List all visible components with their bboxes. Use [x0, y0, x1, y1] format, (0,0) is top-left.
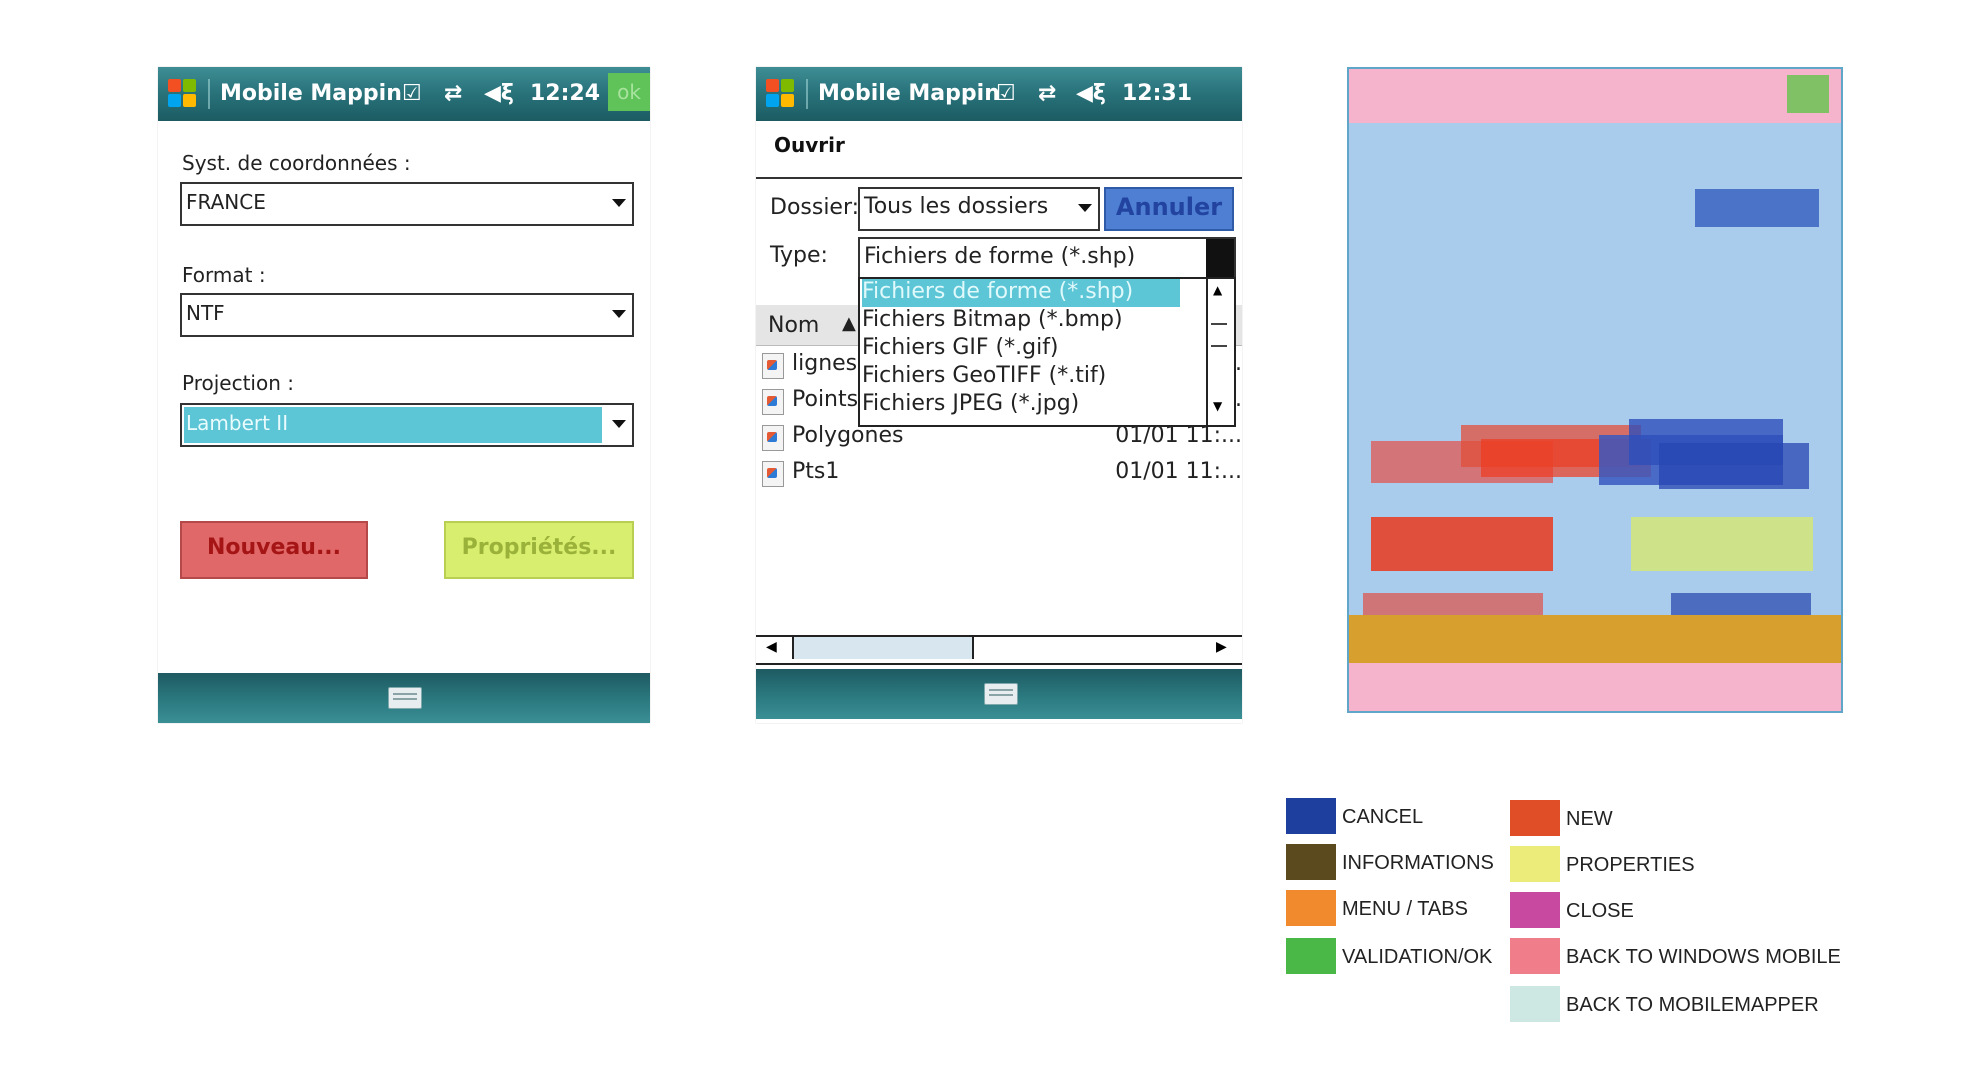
bottom-menu-bar [158, 673, 650, 723]
divider [756, 177, 1242, 179]
app-title: Mobile Mappin [220, 81, 402, 106]
legend-swatch [1510, 938, 1560, 974]
legend-label: CLOSE [1566, 900, 1634, 922]
legend-swatch [1510, 800, 1560, 836]
chevron-down-icon[interactable] [604, 405, 632, 445]
heat-zone-top-bar [1349, 69, 1841, 123]
legend-label: VALIDATION/OK [1342, 946, 1493, 968]
chevron-down-icon[interactable] [1070, 189, 1098, 229]
windows-start-icon[interactable] [168, 79, 198, 109]
scroll-thumb[interactable] [792, 637, 974, 659]
legend-swatch [1510, 892, 1560, 928]
dialog-title: Ouvrir [774, 133, 845, 157]
dropdown-option[interactable]: Fichiers GeoTIFF (*.tif) [862, 363, 1106, 388]
file-name: Points [792, 387, 859, 412]
volume-icon: ◀ξ [1076, 81, 1106, 106]
projection-select[interactable]: Lambert II [180, 403, 634, 447]
scroll-thumb[interactable] [1211, 323, 1227, 347]
title-bar: Mobile Mappin ☑ ⇄ ◀ξ 12:31 [756, 67, 1242, 121]
type-dropdown-list[interactable]: Fichiers de forme (*.shp) Fichiers Bitma… [858, 277, 1236, 427]
folder-label: Dossier: [770, 195, 860, 220]
scroll-down-icon[interactable]: ▼ [1213, 399, 1222, 413]
column-name-header[interactable]: Nom [768, 313, 819, 338]
scroll-right-icon[interactable]: ▶ [1216, 639, 1227, 655]
edit-check-icon: ☑ [402, 81, 422, 106]
phone-screen-settings: Mobile Mappin ☑ ⇄ ◀ξ 12:24 ok Syst. de c… [158, 67, 650, 723]
volume-icon: ◀ξ [484, 81, 514, 106]
touch-heatmap [1347, 67, 1843, 713]
format-select[interactable]: NTF [180, 293, 634, 337]
dropdown-option[interactable]: Fichiers JPEG (*.jpg) [862, 391, 1079, 416]
chevron-down-icon[interactable] [1206, 239, 1234, 279]
phone-screen-open-dialog: Mobile Mappin ☑ ⇄ ◀ξ 12:31 Ouvrir Dossie… [756, 67, 1242, 723]
heat-zone-menu [1349, 615, 1841, 663]
coord-system-select[interactable]: FRANCE [180, 182, 634, 226]
clock-time: 12:31 [1122, 81, 1193, 106]
ok-button[interactable]: ok [608, 73, 650, 111]
dropdown-option[interactable]: Fichiers de forme (*.shp) [862, 279, 1180, 307]
cancel-button[interactable]: Annuler [1104, 187, 1234, 231]
connectivity-icon: ⇄ [1038, 81, 1057, 106]
legend-swatch [1286, 844, 1336, 880]
coord-system-value: FRANCE [186, 190, 266, 214]
folder-value: Tous les dossiers [864, 194, 1049, 219]
shapefile-icon [762, 353, 784, 379]
bottom-menu-bar [756, 669, 1242, 719]
scroll-left-icon[interactable]: ◀ [766, 639, 777, 655]
file-name: Pts1 [792, 459, 840, 484]
horizontal-scrollbar[interactable]: ◀ ▶ [756, 635, 1242, 665]
edit-check-icon: ☑ [996, 81, 1016, 106]
shapefile-icon [762, 425, 784, 451]
heat-zone-ok [1787, 75, 1829, 113]
heat-zone-cancel [1695, 189, 1819, 227]
keyboard-icon[interactable] [388, 687, 422, 709]
scroll-up-icon[interactable]: ▲ [1213, 283, 1222, 297]
file-date: 01/01 11:... [1115, 459, 1242, 484]
legend-swatch [1286, 938, 1336, 974]
format-value: NTF [186, 301, 225, 325]
legend-label: PROPERTIES [1566, 854, 1695, 876]
legend-label: CANCEL [1342, 806, 1424, 828]
dropdown-option[interactable]: Fichiers GIF (*.gif) [862, 335, 1059, 360]
heat-zone-properties [1631, 517, 1813, 571]
new-button[interactable]: Nouveau... [180, 521, 368, 579]
legend-swatch [1510, 986, 1560, 1022]
heat-zone-bottom-bar [1349, 663, 1841, 711]
shapefile-icon [762, 389, 784, 415]
connectivity-icon: ⇄ [444, 81, 463, 106]
type-label: Type: [770, 243, 828, 268]
chevron-down-icon[interactable] [604, 295, 632, 335]
file-name: lignes [792, 351, 858, 376]
legend-label: MENU / TABS [1342, 898, 1468, 920]
type-value: Fichiers de forme (*.shp) [864, 244, 1136, 269]
file-row[interactable]: Pts1 01/01 11:... [756, 457, 1242, 491]
heat-zone-cancel [1659, 443, 1809, 489]
legend-label: NEW [1566, 808, 1613, 830]
coord-system-label: Syst. de coordonnées : [182, 151, 411, 175]
legend-label: INFORMATIONS [1342, 852, 1494, 874]
type-select[interactable]: Fichiers de forme (*.shp) [858, 237, 1236, 281]
heat-zone-new [1371, 517, 1553, 571]
dropdown-scrollbar[interactable]: ▲ ▼ [1206, 279, 1234, 425]
projection-value: Lambert II [186, 411, 289, 435]
keyboard-icon[interactable] [984, 683, 1018, 705]
windows-start-icon[interactable] [766, 79, 796, 109]
sort-ascending-icon[interactable]: ▲ [842, 313, 856, 334]
title-bar: Mobile Mappin ☑ ⇄ ◀ξ 12:24 ok [158, 67, 650, 121]
legend-swatch [1510, 846, 1560, 882]
legend-swatch [1286, 798, 1336, 834]
properties-button[interactable]: Propriétés... [444, 521, 634, 579]
chevron-down-icon[interactable] [604, 184, 632, 224]
legend-label: BACK TO MOBILEMAPPER [1566, 994, 1819, 1016]
format-label: Format : [182, 263, 266, 287]
shapefile-icon [762, 461, 784, 487]
folder-select[interactable]: Tous les dossiers [858, 187, 1100, 231]
clock-time: 12:24 [530, 81, 601, 106]
dropdown-option[interactable]: Fichiers Bitmap (*.bmp) [862, 307, 1123, 332]
projection-label: Projection : [182, 371, 294, 395]
app-title: Mobile Mappin [818, 81, 1000, 106]
legend-swatch [1286, 890, 1336, 926]
legend-label: BACK TO WINDOWS MOBILE [1566, 946, 1841, 968]
